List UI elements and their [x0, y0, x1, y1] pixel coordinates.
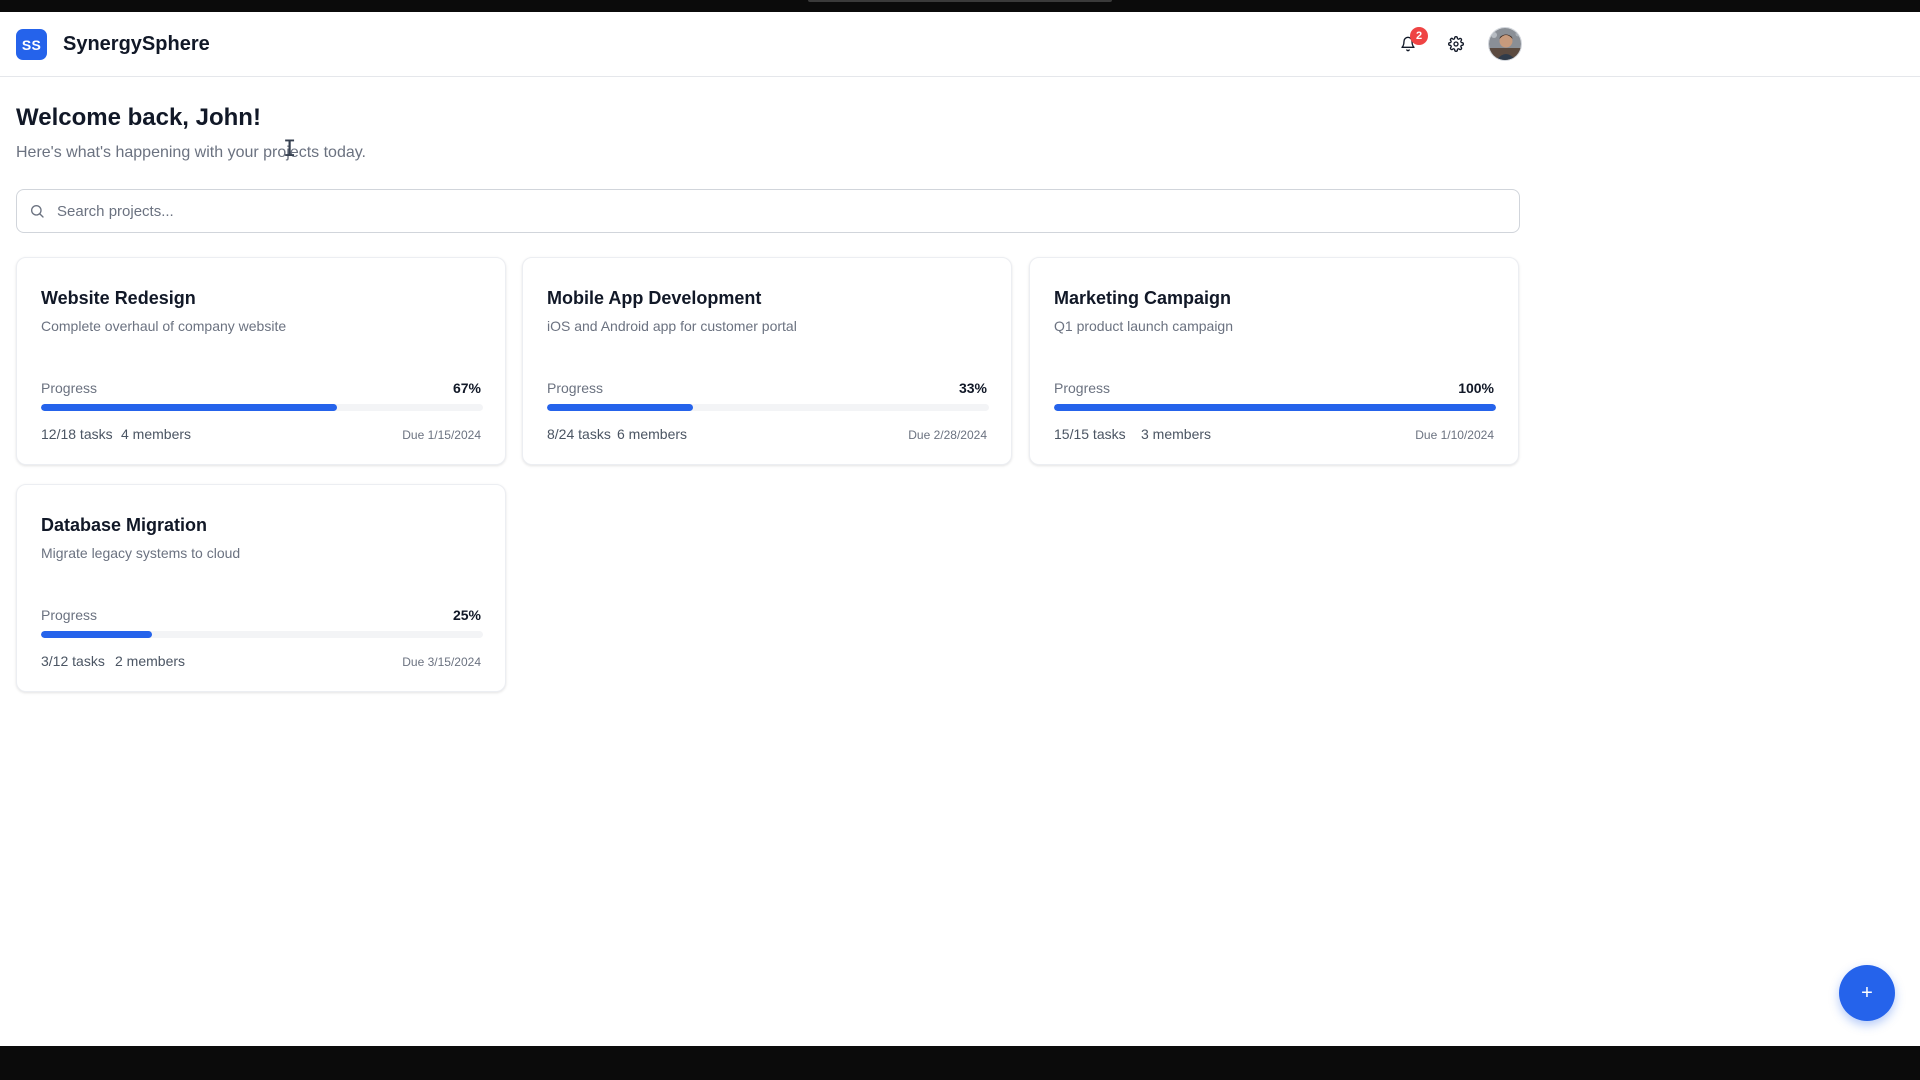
project-description: Q1 product launch campaign [1054, 318, 1233, 334]
member-count: 3 members [1141, 426, 1212, 442]
task-count: 3/12 tasks [41, 653, 105, 669]
search-input[interactable] [57, 190, 1497, 232]
task-count: 8/24 tasks [547, 426, 611, 442]
task-count: 15/15 tasks [1054, 426, 1126, 442]
brand[interactable]: SS SynergySphere [16, 29, 210, 60]
due-date: Due 1/10/2024 [1415, 428, 1494, 442]
header-actions: 2 [1390, 26, 1522, 62]
project-description: Migrate legacy systems to cloud [41, 545, 241, 561]
progress-percent: 100% [1458, 380, 1494, 396]
search-bar[interactable] [16, 189, 1520, 233]
project-title: Website Redesign [41, 288, 196, 308]
progress-label: Progress [41, 607, 98, 623]
project-card[interactable]: Mobile App Development iOS and Android a… [522, 257, 1012, 465]
project-title: Mobile App Development [547, 288, 762, 308]
brand-logo: SS [16, 29, 47, 60]
notifications-button[interactable]: 2 [1390, 26, 1428, 62]
member-count: 4 members [121, 426, 192, 442]
project-description: Complete overhaul of company website [41, 318, 287, 334]
progress-percent: 33% [958, 380, 987, 396]
member-count: 2 members [115, 653, 186, 669]
window-bottom-bar [0, 1046, 1920, 1080]
top-notch [808, 0, 1112, 2]
project-description: iOS and Android app for customer portal [547, 318, 797, 334]
progress-bar [547, 404, 989, 411]
member-count: 6 members [617, 426, 688, 442]
progress-fill [41, 404, 338, 411]
progress-label: Progress [547, 380, 604, 396]
progress-bar [1054, 404, 1496, 411]
progress-bar [41, 631, 483, 638]
due-date: Due 1/15/2024 [402, 428, 481, 442]
project-card[interactable]: Website Redesign Complete overhaul of co… [16, 257, 506, 465]
page-subtitle: Here's what's happening with your projec… [16, 144, 366, 161]
progress-fill [547, 404, 693, 411]
app-header: SS SynergySphere 2 [0, 12, 1920, 77]
notification-badge: 2 [1410, 27, 1428, 45]
user-avatar[interactable] [1488, 27, 1522, 61]
project-title: Marketing Campaign [1054, 288, 1232, 308]
progress-fill [1054, 404, 1496, 411]
settings-button[interactable] [1438, 26, 1474, 62]
progress-fill [41, 631, 152, 638]
due-date: Due 2/28/2024 [908, 428, 987, 442]
project-title: Database Migration [41, 515, 208, 535]
window-top-bar [0, 0, 1920, 12]
search-icon [31, 205, 44, 218]
progress-label: Progress [41, 380, 98, 396]
progress-bar [41, 404, 483, 411]
progress-percent: 67% [452, 380, 481, 396]
project-card[interactable]: Marketing Campaign Q1 product launch cam… [1029, 257, 1519, 465]
progress-label: Progress [1054, 380, 1111, 396]
due-date: Due 3/15/2024 [402, 655, 481, 669]
brand-name: SynergySphere [63, 33, 210, 55]
avatar-image [1489, 28, 1521, 60]
page-title: Welcome back, John! [16, 104, 261, 131]
i-beam-cursor-icon: I [283, 137, 297, 162]
project-card[interactable]: Database Migration Migrate legacy system… [16, 484, 506, 692]
gear-icon [1448, 36, 1464, 52]
progress-percent: 25% [452, 607, 481, 623]
app-viewport: SS SynergySphere 2 Welcome back, John! H… [0, 12, 1920, 1046]
task-count: 12/18 tasks [41, 426, 113, 442]
create-project-button[interactable]: + [1839, 965, 1895, 1021]
